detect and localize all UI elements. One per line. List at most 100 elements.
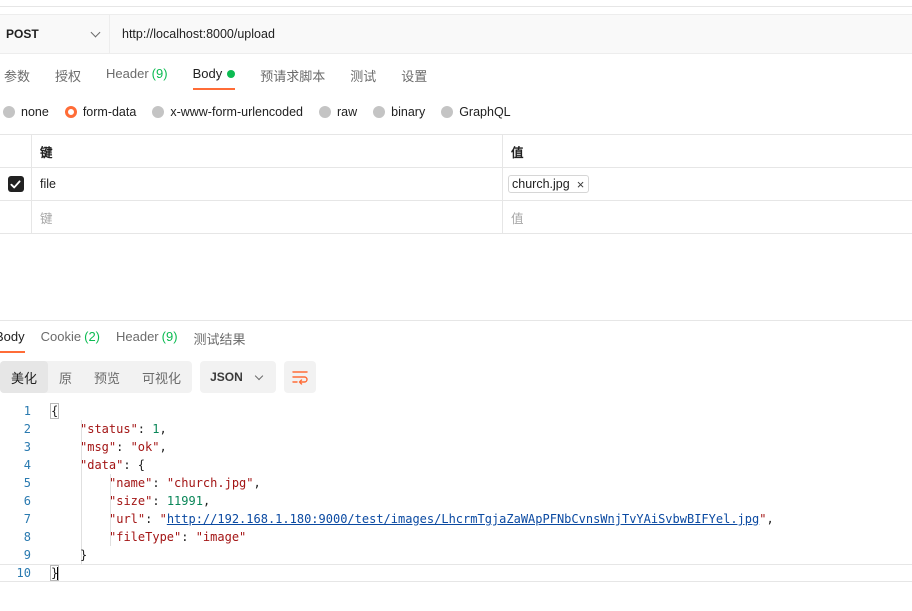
- code-token: }: [80, 548, 88, 562]
- tab-auth[interactable]: 授权: [55, 66, 81, 90]
- close-icon[interactable]: ×: [577, 178, 585, 191]
- body-type-form-data[interactable]: form-data: [64, 105, 137, 119]
- line-number: 10: [16, 566, 31, 580]
- line-number: 5: [23, 476, 31, 490]
- empty-check-cell: [0, 201, 32, 233]
- body-type-raw[interactable]: raw: [319, 105, 357, 119]
- code-token: ,: [253, 476, 261, 490]
- code-text: "name": "church.jpg",: [109, 476, 261, 490]
- row-value[interactable]: church.jpg ×: [503, 168, 912, 200]
- code-token: "church.jpg": [166, 476, 254, 490]
- table-row-empty: 键 值: [0, 201, 912, 234]
- response-divider: [0, 320, 912, 321]
- view-visualize[interactable]: 可视化: [131, 361, 192, 393]
- code-token: "size": [109, 494, 153, 508]
- new-value-input[interactable]: 值: [503, 201, 912, 233]
- code-token: ,: [766, 512, 774, 526]
- radio-label: form-data: [82, 105, 137, 119]
- line-number: 3: [23, 440, 31, 454]
- line-number: 7: [23, 512, 31, 526]
- response-tab-test-results[interactable]: 测试结果: [194, 329, 246, 351]
- format-label: JSON: [210, 370, 243, 384]
- radio-selected-icon: [64, 106, 77, 118]
- code-line: 6 "size": 11991,: [0, 492, 912, 510]
- response-code-editor[interactable]: 1{2 "status": 1, 3 "msg": "ok", 4 "data": {5 "…: [0, 402, 912, 582]
- value-column-header: 值: [511, 145, 524, 160]
- code-line: 3 "msg": "ok",: [0, 438, 912, 456]
- tab-label: 授权: [55, 69, 82, 84]
- body-type-graphql[interactable]: GraphQL: [441, 105, 511, 119]
- method-label: POST: [6, 27, 39, 41]
- tab-pre-request-script[interactable]: 预请求脚本: [260, 66, 325, 90]
- tab-count: (9): [161, 329, 178, 344]
- radio-icon: [3, 106, 15, 118]
- radio-icon: [319, 106, 331, 118]
- code-token: "name": [109, 476, 153, 490]
- code-token: ": [159, 512, 167, 526]
- url-input[interactable]: http://localhost:8000/upload: [110, 27, 275, 41]
- line-number: 6: [23, 494, 31, 508]
- radio-icon: [373, 106, 386, 118]
- radio-label: binary: [391, 105, 426, 119]
- code-token: 11991: [166, 494, 203, 508]
- tab-params[interactable]: 参数: [4, 66, 30, 90]
- code-token: ,: [159, 422, 167, 436]
- code-text: "size": 11991,: [109, 494, 210, 508]
- view-raw[interactable]: 原: [48, 361, 83, 393]
- code-text: "data": {: [80, 458, 145, 472]
- new-key-input[interactable]: 键: [32, 201, 503, 233]
- code-line: 9}: [0, 546, 912, 564]
- tab-count: (9): [151, 66, 168, 81]
- check-icon: [10, 179, 21, 188]
- code-token: :: [152, 476, 167, 490]
- line-number: 4: [23, 458, 31, 472]
- line-number: 1: [23, 404, 31, 418]
- body-type-none[interactable]: none: [3, 105, 49, 119]
- code-text: {: [49, 403, 60, 419]
- line-number: 9: [23, 548, 31, 562]
- code-token: "status": [80, 422, 138, 436]
- code-token: "ok": [130, 440, 160, 454]
- body-type-urlencoded[interactable]: x-www-form-urlencoded: [152, 105, 303, 119]
- tab-body[interactable]: Body: [192, 66, 236, 90]
- request-tabs: 参数 授权 Header (9) Body 预请求脚本 测试 设置: [4, 66, 452, 90]
- response-tab-cookies[interactable]: Cookie (2): [41, 329, 100, 351]
- top-divider: [0, 6, 912, 7]
- row-key[interactable]: file: [32, 168, 503, 200]
- code-line: 4 "data": {: [0, 456, 912, 474]
- code-text: }: [80, 548, 87, 562]
- format-select[interactable]: JSON: [200, 361, 277, 393]
- radio-icon: [441, 106, 454, 118]
- code-line: 7 "url": "http://192.168.1.180:9000/test/…: [0, 510, 912, 528]
- response-url-link[interactable]: http://192.168.1.180:9000/test/images/Lh…: [167, 512, 759, 526]
- code-line: 10}: [0, 564, 912, 582]
- radio-label: GraphQL: [459, 105, 511, 119]
- tab-tests[interactable]: 测试: [350, 66, 376, 90]
- tab-settings[interactable]: 设置: [401, 66, 427, 90]
- response-tab-headers[interactable]: Header (9): [116, 329, 178, 351]
- view-preview[interactable]: 预览: [83, 361, 131, 393]
- file-name: church.jpg: [512, 177, 570, 191]
- tab-headers[interactable]: Header (9): [106, 66, 168, 90]
- line-number: 8: [23, 530, 31, 544]
- code-token: "fileType": [109, 530, 182, 544]
- code-token: :: [145, 512, 160, 526]
- method-select[interactable]: POST: [0, 15, 110, 53]
- code-token: "image": [195, 530, 247, 544]
- tab-label: Cookie: [40, 329, 82, 344]
- tab-label: 测试结果: [193, 332, 246, 347]
- code-token: }: [49, 565, 60, 581]
- row-checkbox[interactable]: [7, 176, 24, 192]
- radio-label: x-www-form-urlencoded: [170, 105, 303, 119]
- code-text: "url": "http://192.168.1.180:9000/test/i…: [109, 512, 774, 526]
- header-check-cell: [0, 135, 32, 167]
- response-tabs: Body Cookie(2) Header(9) 测试结果: [0, 329, 262, 353]
- tab-label: 预请求脚本: [260, 69, 326, 84]
- tab-label: Header: [106, 66, 149, 81]
- body-type-binary[interactable]: binary: [373, 105, 425, 119]
- response-tab-body[interactable]: Body: [0, 329, 25, 353]
- table-row: file church.jpg ×: [0, 168, 912, 201]
- view-pretty[interactable]: 美化: [0, 361, 49, 393]
- wrap-lines-button[interactable]: [284, 361, 317, 393]
- code-text: "fileType": "image": [109, 530, 246, 544]
